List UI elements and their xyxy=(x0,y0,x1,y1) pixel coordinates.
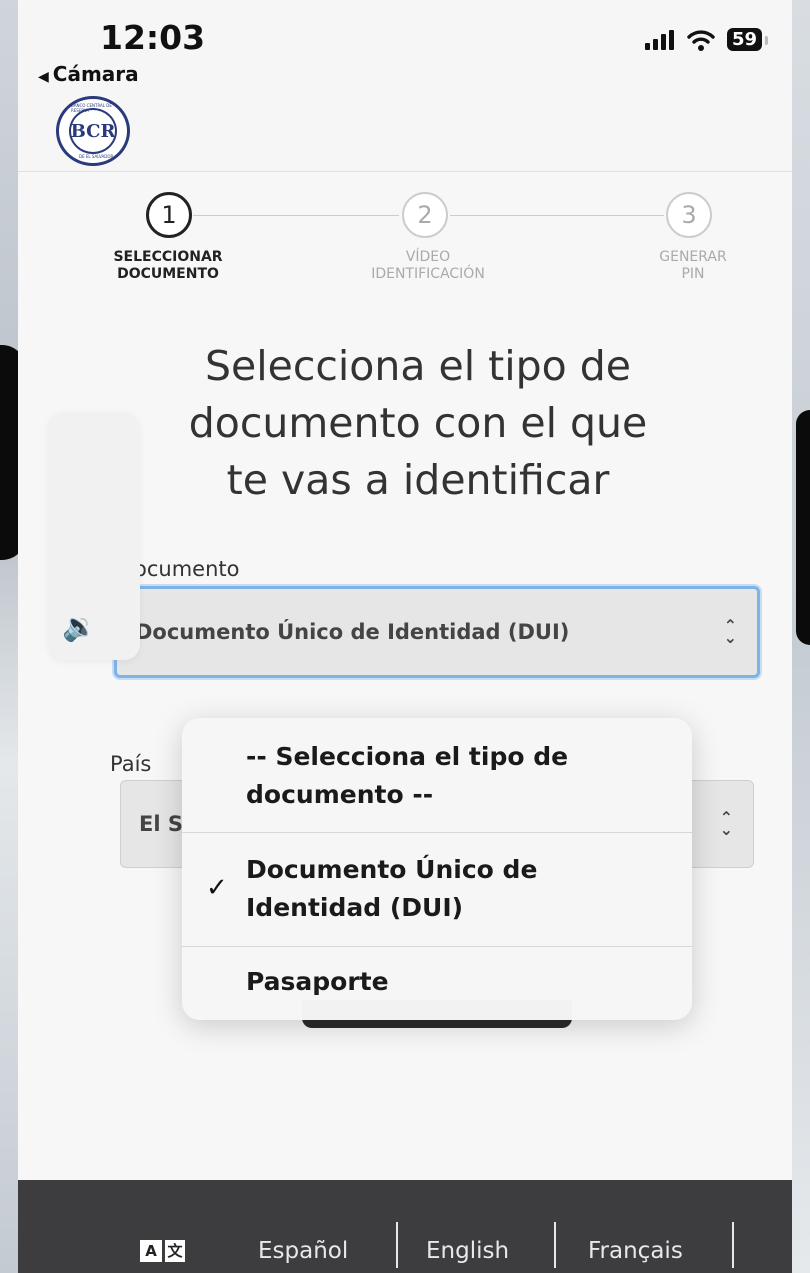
speaker-icon: 🔉 xyxy=(62,610,97,643)
translate-icon-a: A xyxy=(140,1240,162,1262)
language-separator xyxy=(732,1222,734,1268)
language-english[interactable]: English xyxy=(426,1238,509,1264)
dropdown-option-label: Documento Único de Identidad (DUI) xyxy=(246,855,538,922)
progress-stepper: 1 2 3 SELECCIONAR DOCUMENTO VÍDEO IDENTI… xyxy=(18,172,792,322)
step-2-circle: 2 xyxy=(402,192,448,238)
step-2-label: VÍDEO IDENTIFICACIÓN xyxy=(371,249,485,282)
app-header: 12:03 ◀ Cámara 59 BCR BANCO CENTRAL DE RE… xyxy=(18,0,792,172)
bcr-logo: BCR BANCO CENTRAL DE RESERVA DE EL SALVA… xyxy=(56,96,130,166)
status-time: 12:03 xyxy=(100,18,206,57)
back-arrow-icon: ◀ xyxy=(38,69,49,85)
country-field-label: País xyxy=(110,752,152,776)
signal-icon xyxy=(644,29,674,50)
country-value: El S xyxy=(139,812,183,836)
language-espanol[interactable]: Español xyxy=(258,1238,348,1264)
status-icons: 59 xyxy=(644,28,769,51)
volume-hud: 🔉 xyxy=(48,412,140,660)
logo-ring-text-top: BANCO CENTRAL DE RESERVA xyxy=(71,103,112,113)
document-type-dropdown: -- Selecciona el tipo de documento -- ✓ … xyxy=(182,718,692,1020)
translate-icon: A文 xyxy=(140,1240,185,1262)
dropdown-option-label: Pasaporte xyxy=(246,967,389,996)
document-type-value: Documento Único de Identidad (DUI) xyxy=(135,620,570,644)
step-1-label: SELECCIONAR DOCUMENTO xyxy=(113,249,223,282)
logo-ring-text-bottom: DE EL SALVADOR xyxy=(79,154,114,159)
translate-icon-b: 文 xyxy=(163,1240,185,1262)
dropdown-option-dui[interactable]: ✓ Documento Único de Identidad (DUI) xyxy=(182,832,692,946)
language-separator xyxy=(396,1222,398,1268)
logo-monogram: BCR xyxy=(69,108,117,154)
document-field-label: ocumento xyxy=(134,557,240,581)
battery-icon: 59 xyxy=(726,28,769,51)
dropdown-option-placeholder[interactable]: -- Selecciona el tipo de documento -- xyxy=(182,718,692,832)
language-separator xyxy=(554,1222,556,1268)
step-3-circle: 3 xyxy=(666,192,712,238)
checkmark-icon: ✓ xyxy=(206,873,228,903)
wifi-icon xyxy=(687,29,715,51)
back-to-camera-link[interactable]: ◀ Cámara xyxy=(38,62,139,86)
phone-screen: 12:03 ◀ Cámara 59 BCR BANCO CENTRAL DE RE… xyxy=(18,0,792,1273)
country-chevrons-icon: ⌃ ⌄ xyxy=(719,808,733,839)
back-link-label: Cámara xyxy=(52,62,139,86)
document-type-select[interactable]: Documento Único de Identidad (DUI) ⌃ ⌄ xyxy=(114,586,760,678)
device-bezel-right xyxy=(796,410,810,645)
step-3-label: GENERAR PIN xyxy=(659,249,727,282)
dropdown-option-label: -- Selecciona el tipo de documento -- xyxy=(246,742,569,809)
language-francais[interactable]: Français xyxy=(588,1238,683,1264)
step-1-circle: 1 xyxy=(146,192,192,238)
page-title: Selecciona el tipo de documento con el q… xyxy=(188,342,648,504)
dropdown-option-passport[interactable]: Pasaporte xyxy=(182,946,692,1020)
step-connector-1 xyxy=(193,215,399,216)
select-chevrons-icon: ⌃ ⌄ xyxy=(723,616,737,647)
step-connector-2 xyxy=(450,215,664,216)
